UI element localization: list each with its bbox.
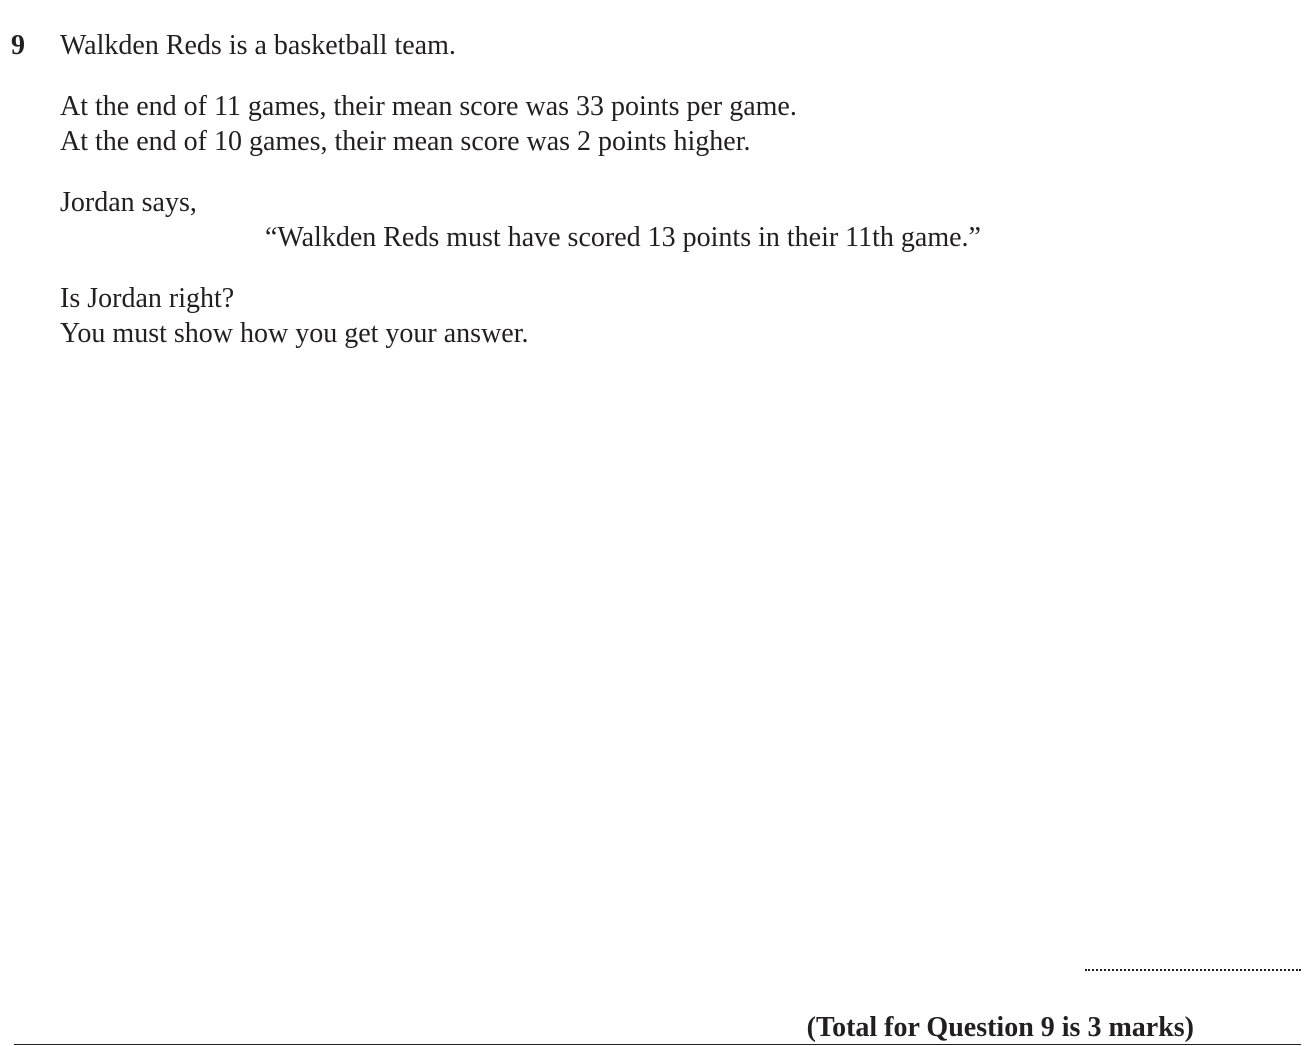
- total-marks: (Total for Question 9 is 3 marks): [806, 1012, 1194, 1043]
- bottom-divider: [14, 1044, 1301, 1045]
- prompt-line-1: Is Jordan right?: [60, 283, 235, 314]
- answer-line[interactable]: [1085, 969, 1301, 971]
- jordan-quote: “Walkden Reds must have scored 13 points…: [265, 222, 981, 253]
- fact-line-2: At the end of 10 games, their mean score…: [60, 126, 751, 157]
- speaker-line: Jordan says,: [60, 187, 197, 218]
- question-number: 9: [11, 30, 25, 61]
- question-intro: Walkden Reds is a basketball team.: [60, 30, 456, 61]
- prompt-line-2: You must show how you get your answer.: [60, 318, 529, 349]
- fact-line-1: At the end of 11 games, their mean score…: [60, 91, 797, 122]
